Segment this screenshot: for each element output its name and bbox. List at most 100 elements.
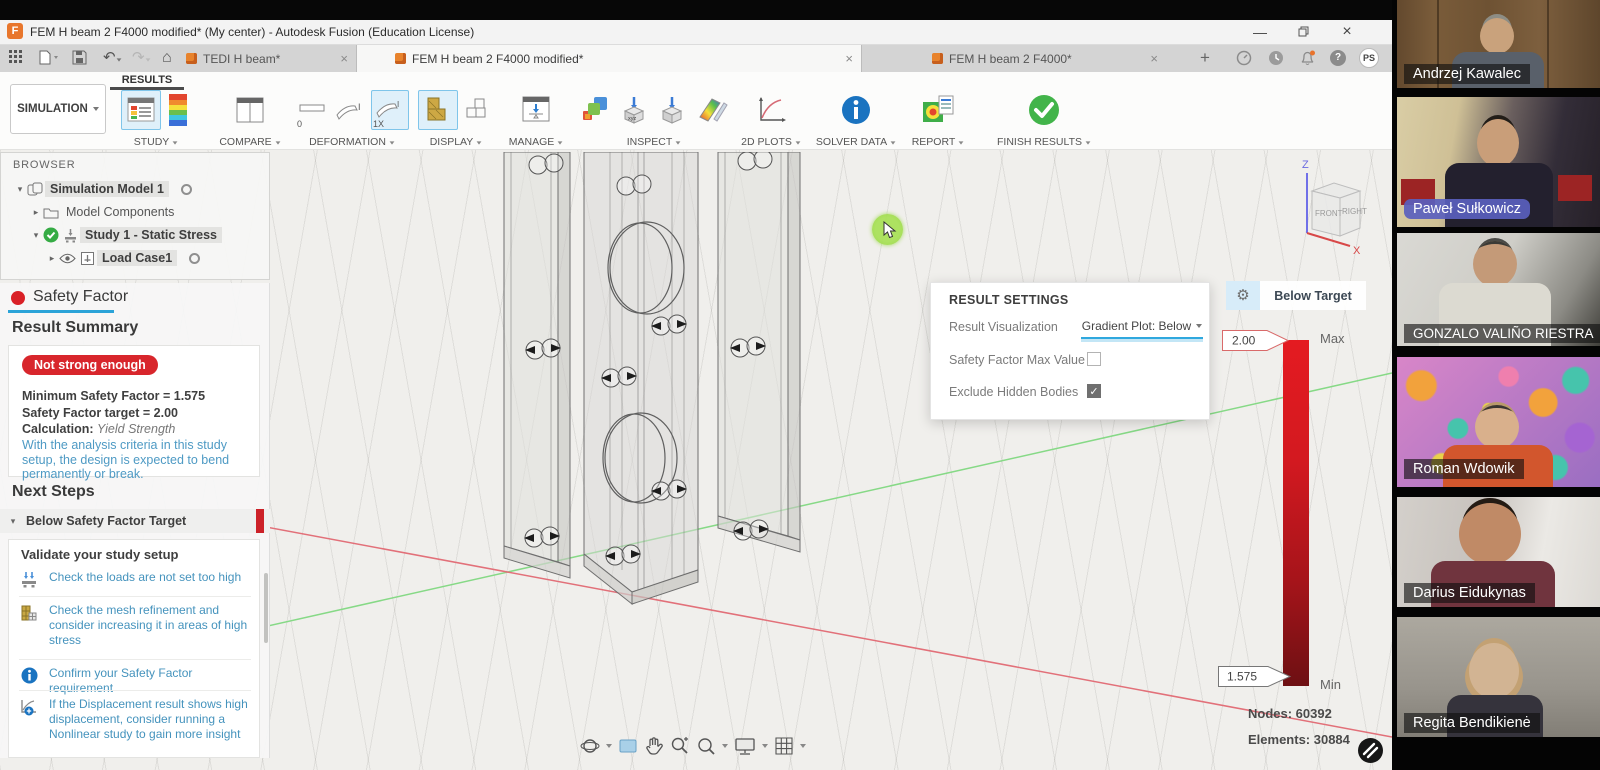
next-step-item[interactable]: Check the loads are not set too high	[9, 570, 260, 589]
2d-plots-dropdown[interactable]: 2D PLOTS	[738, 136, 804, 148]
manage-icon[interactable]	[516, 90, 556, 130]
redo-icon[interactable]: ↷	[132, 50, 151, 66]
undo-icon[interactable]: ↶	[103, 50, 122, 66]
chevron-down-icon[interactable]: ▾	[31, 230, 41, 241]
display-dropdown[interactable]: DISPLAY	[416, 136, 496, 148]
new-tab-icon[interactable]: +	[1200, 50, 1210, 66]
study-results-view-icon[interactable]	[121, 90, 161, 130]
close-button[interactable]: ×	[1330, 22, 1364, 42]
compare-icon[interactable]	[231, 90, 269, 130]
solver-data-dropdown[interactable]: SOLVER DATA	[812, 136, 900, 148]
tree-item-simulation-model[interactable]: ▾ Simulation Model 1	[1, 179, 271, 199]
zoom-icon[interactable]	[670, 736, 690, 756]
tab-fem-h-beam-modified[interactable]: FEM H beam 2 F4000 modified* ×	[356, 45, 862, 72]
clock-icon[interactable]	[1268, 50, 1284, 66]
next-step-item[interactable]: If the Displacement result shows high di…	[9, 697, 260, 742]
chevron-down-icon[interactable]	[722, 744, 728, 748]
finish-results-icon[interactable]	[1023, 90, 1065, 130]
tab-close-icon[interactable]: ×	[835, 51, 853, 66]
tab-tedi-h-beam[interactable]: TEDI H beam* ×	[178, 45, 356, 72]
person-silhouette	[1469, 643, 1519, 699]
study-dropdown[interactable]: STUDY	[108, 136, 204, 148]
profile-avatar[interactable]: PS	[1359, 48, 1379, 68]
workspace-selector[interactable]: SIMULATION	[10, 84, 106, 134]
orbit-icon[interactable]	[580, 736, 600, 756]
report-dropdown[interactable]: REPORT	[906, 136, 970, 148]
deformation-actual-icon[interactable]: 0	[295, 90, 329, 130]
display-shaded-icon[interactable]	[418, 90, 458, 130]
restore-button[interactable]	[1286, 22, 1320, 42]
chevron-down-icon[interactable]	[762, 744, 768, 748]
ribbon-tab-results[interactable]: RESULTS	[112, 74, 182, 86]
legend-max-tag[interactable]: 2.00	[1222, 330, 1290, 351]
file-menu-icon[interactable]	[38, 50, 60, 66]
chevron-down-icon[interactable]	[606, 744, 612, 748]
job-status-icon[interactable]	[1236, 50, 1252, 66]
tab-close-icon[interactable]: ×	[1140, 51, 1158, 66]
chevron-down-icon[interactable]: ▾	[15, 184, 25, 195]
2d-plots-icon[interactable]	[751, 90, 791, 130]
deformation-1x-icon[interactable]: I 1X	[371, 90, 409, 130]
grid-settings-icon[interactable]	[774, 736, 794, 756]
view-cube[interactable]: FRONT RIGHT Z X	[1292, 156, 1378, 260]
inspect-probe-icon[interactable]	[655, 90, 689, 130]
activate-radio[interactable]	[181, 184, 192, 195]
chevron-down-icon[interactable]	[800, 744, 806, 748]
max-value-checkbox[interactable]	[1087, 352, 1101, 366]
gear-icon[interactable]: ⚙	[1226, 281, 1260, 310]
participant-video[interactable]: Darius Eidukynas	[1397, 497, 1600, 607]
tree-item-load-case1[interactable]: ▸ Load Case1	[1, 248, 271, 268]
activate-radio[interactable]	[189, 253, 200, 264]
visibility-eye-icon[interactable]	[59, 253, 76, 264]
inspect-slice-plane-icon[interactable]	[693, 90, 732, 130]
legend-min-tag[interactable]: 1.575	[1218, 666, 1292, 687]
tab-fem-h-beam[interactable]: FEM H beam 2 F4000* ×	[870, 45, 1166, 72]
app-grid-icon[interactable]	[9, 50, 23, 66]
tree-item-model-components[interactable]: ▸ Model Components	[1, 202, 271, 222]
participant-name: Roman Wdowik	[1404, 459, 1524, 479]
compare-dropdown[interactable]: COMPARE	[214, 136, 286, 148]
deformation-adjusted-icon[interactable]: I	[333, 90, 367, 130]
fit-view-icon[interactable]	[696, 736, 716, 756]
window-titlebar[interactable]: F FEM H beam 2 F4000 modified* (My cente…	[0, 20, 1392, 45]
exclude-hidden-checkbox[interactable]: ✓	[1087, 384, 1101, 398]
participant-video[interactable]: Paweł Sułkowicz	[1397, 97, 1600, 227]
finish-results-dropdown[interactable]: FINISH RESULTS	[982, 136, 1106, 148]
chevron-right-icon[interactable]: ▸	[47, 253, 57, 264]
next-step-item[interactable]: Check the mesh refinement and consider i…	[9, 603, 260, 648]
tree-item-study1[interactable]: ▾ Study 1 - Static Stress	[1, 225, 271, 245]
display-wireframe-icon[interactable]	[462, 90, 494, 130]
legend-color-bar[interactable]	[1283, 340, 1309, 686]
save-icon[interactable]	[72, 50, 87, 66]
below-target-group-header[interactable]: ▾ Below Safety Factor Target	[0, 509, 270, 533]
chevron-down-icon[interactable]: ▾	[8, 516, 18, 527]
report-icon[interactable]	[917, 90, 959, 130]
panel-scrollbar[interactable]	[264, 573, 268, 643]
home-icon[interactable]: ⌂	[162, 50, 172, 66]
display-settings-icon[interactable]	[734, 737, 756, 756]
chevron-right-icon[interactable]: ▸	[31, 207, 41, 218]
visualization-dropdown[interactable]: Gradient Plot: Below	[1081, 315, 1203, 339]
participant-video[interactable]: Andrzej Kawalec	[1397, 0, 1600, 88]
inspect-result-details-icon[interactable]	[576, 90, 613, 130]
study-legend-icon[interactable]	[165, 90, 191, 130]
visualization-label: Result Visualization	[949, 320, 1058, 334]
look-at-icon[interactable]	[618, 737, 638, 755]
inspect-point-xyz-icon[interactable]: xyz	[617, 90, 651, 130]
manage-dropdown[interactable]: MANAGE	[504, 136, 568, 148]
participant-video[interactable]: Roman Wdowik	[1397, 357, 1600, 487]
notification-bell-icon[interactable]	[1299, 50, 1316, 66]
help-icon[interactable]: ?	[1330, 50, 1346, 66]
next-step-item[interactable]: Confirm your Safety Factor requirement	[9, 666, 260, 696]
deformation-dropdown[interactable]: DEFORMATION	[294, 136, 410, 148]
tab-close-icon[interactable]: ×	[330, 51, 348, 66]
participant-video[interactable]: Regita Bendikienė	[1397, 617, 1600, 737]
inspect-dropdown[interactable]: INSPECT	[576, 136, 732, 148]
minimize-button[interactable]: —	[1243, 22, 1277, 42]
pan-hand-icon[interactable]	[644, 736, 664, 756]
participant-video[interactable]: GONZALO VALIÑO RIESTRA	[1397, 233, 1600, 346]
viewcube-right-label[interactable]: RIGHT	[1342, 207, 1367, 216]
viewcube-front-label[interactable]: FRONT	[1315, 209, 1343, 218]
solver-data-icon[interactable]	[836, 90, 876, 130]
participant-name: Andrzej Kawalec	[1404, 64, 1530, 84]
